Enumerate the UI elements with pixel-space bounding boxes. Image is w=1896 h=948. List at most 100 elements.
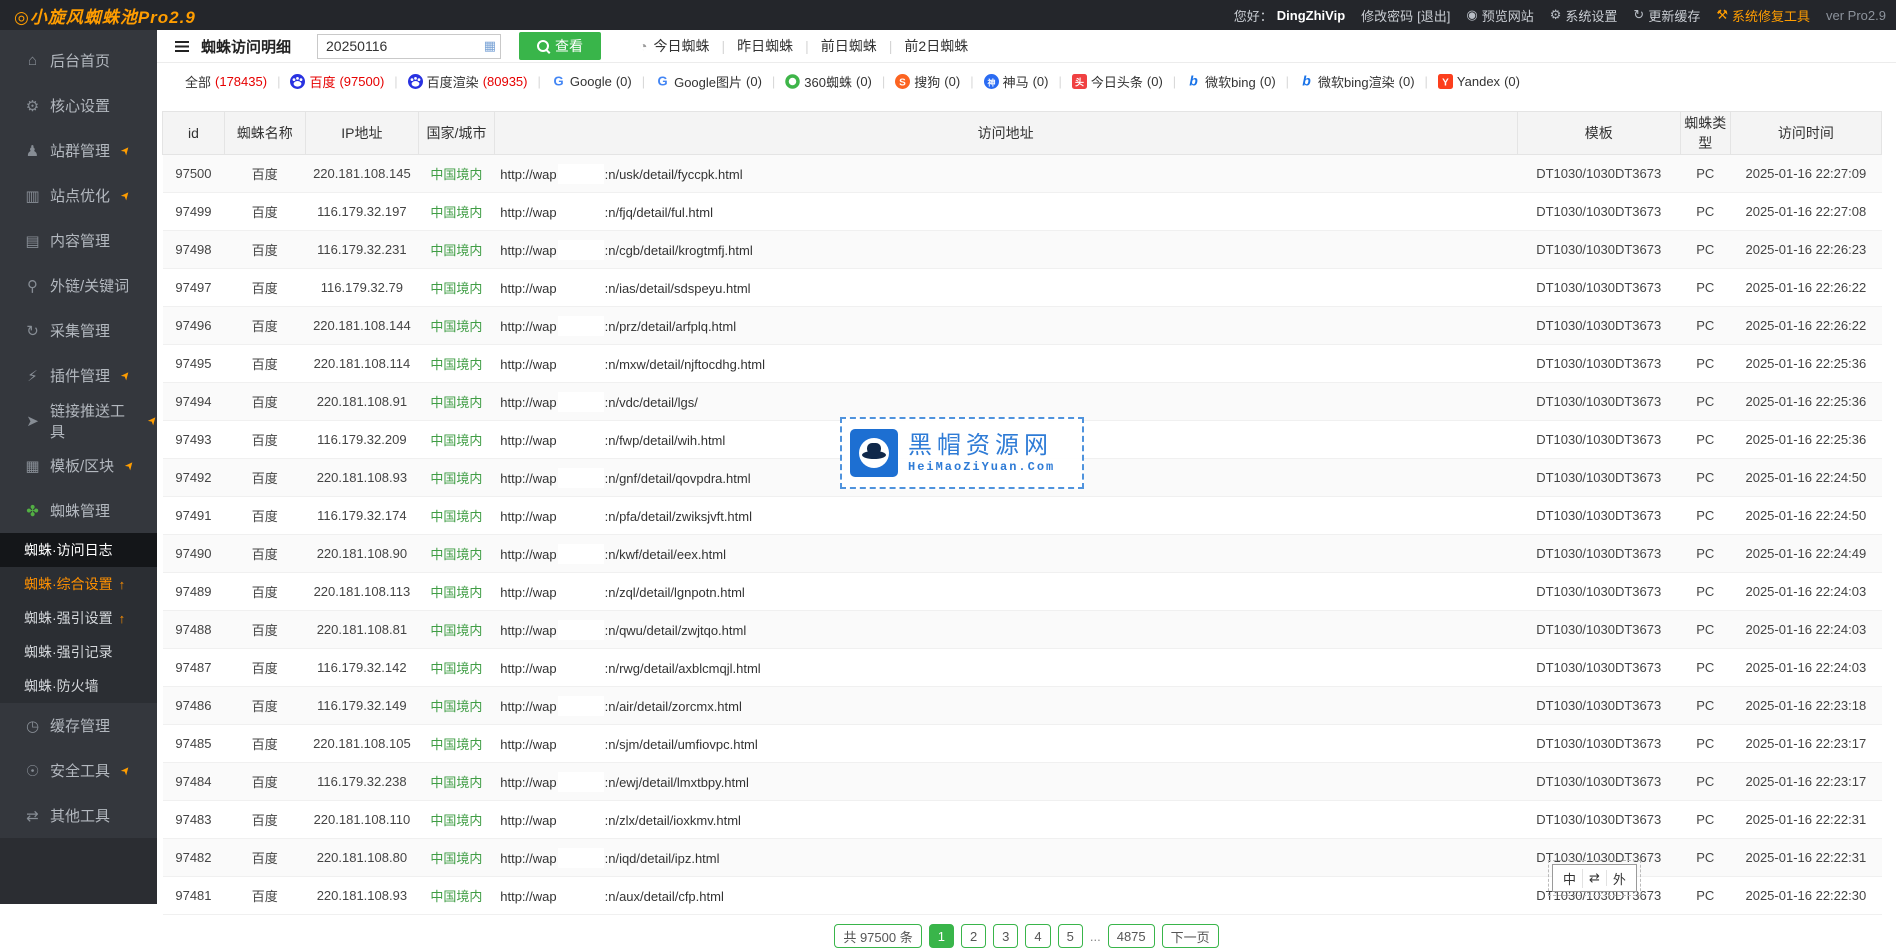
cell-visit-url: http://wap:n/air/detail/zorcmx.html: [494, 687, 1517, 725]
selection-option-2[interactable]: 外: [1607, 869, 1632, 888]
filter-all[interactable]: 全部(178435): [185, 72, 267, 91]
next-page-button[interactable]: 下一页: [1162, 924, 1219, 948]
preview-site-link[interactable]: ◉ 预览网站: [1466, 6, 1533, 25]
quick-link-2[interactable]: 前日蜘蛛: [821, 38, 877, 54]
system-settings-link[interactable]: ⚙ 系统设置: [1550, 6, 1618, 25]
pin-icon: ➤: [118, 143, 134, 158]
cell-id: 97492: [163, 459, 225, 497]
quick-link-0[interactable]: 今日蜘蛛: [653, 38, 709, 54]
filter-baidu[interactable]: 百度(97500): [290, 72, 384, 91]
filter-google[interactable]: GGoogle(0): [551, 74, 632, 89]
watermark-logo-icon: [850, 429, 898, 477]
cell-ip: 116.179.32.231: [305, 231, 418, 269]
cell-template: DT1030/1030DT3673: [1517, 649, 1680, 687]
cell-spider-name: 百度: [224, 839, 305, 877]
filter-yandex[interactable]: YYandex(0): [1438, 74, 1520, 89]
sidebar-item-template-block[interactable]: ▦模板/区块➤: [0, 443, 157, 488]
sidebar-subitem-spider-force-records[interactable]: 蜘蛛·强引记录: [0, 635, 157, 669]
repair-tool-link[interactable]: ⚒ 系统修复工具: [1716, 6, 1810, 25]
separator: |: [1173, 74, 1176, 89]
sidebar-subitem-spider-force-settings[interactable]: 蜘蛛·强引设置↑: [0, 601, 157, 635]
logout-link[interactable]: [退出]: [1417, 6, 1450, 25]
sidebar-subitem-spider-general-settings[interactable]: 蜘蛛·综合设置↑: [0, 567, 157, 601]
selection-option-1[interactable]: 中: [1557, 869, 1583, 888]
sidebar-filler: [0, 838, 157, 904]
separator: |: [642, 74, 645, 89]
column-header-0: id: [163, 112, 225, 155]
change-password-link[interactable]: 修改密码 [退出]: [1361, 6, 1450, 25]
url-tail: :n/sjm/detail/umfiovpc.html: [605, 737, 758, 752]
sidebar-item-core-settings[interactable]: ⚙核心设置: [0, 83, 157, 128]
sidebar-item-home[interactable]: ⌂后台首页: [0, 38, 157, 83]
page-button-1[interactable]: 1: [929, 924, 954, 948]
pagination-total: 共 97500 条: [834, 924, 921, 948]
filter-bing[interactable]: b微软bing(0): [1186, 72, 1275, 91]
bulb-icon: ☉: [24, 762, 41, 780]
sidebar-item-content[interactable]: ▤内容管理: [0, 218, 157, 263]
quick-link-3[interactable]: 前2日蜘蛛: [904, 38, 968, 54]
sidebar-subitem-spider-firewall[interactable]: 蜘蛛·防火墙: [0, 669, 157, 703]
refresh-cache-link[interactable]: ↻ 更新缓存: [1633, 6, 1700, 25]
spider-access-table: id蜘蛛名称IP地址国家/城市访问地址模板蜘蛛类型访问时间 97500百度220…: [162, 111, 1882, 915]
sidebar-item-other-tools[interactable]: ⇄其他工具: [0, 793, 157, 838]
sidebar-item-outlink-keyword[interactable]: ⚲外链/关键词: [0, 263, 157, 308]
filter-count: (0): [1033, 74, 1049, 89]
cell-id: 97489: [163, 573, 225, 611]
url-censor-blur: [558, 202, 604, 222]
url-censor-blur: [558, 240, 604, 260]
filter-google-image[interactable]: GGoogle图片(0): [655, 72, 762, 91]
column-header-1: 蜘蛛名称: [224, 112, 305, 155]
sidebar-subitem-spider-access-log[interactable]: 蜘蛛·访问日志: [0, 533, 157, 567]
clock-icon: ◔: [639, 38, 647, 54]
sidebar-item-plugin[interactable]: ⚡插件管理➤: [0, 353, 157, 398]
cell-spider-type: PC: [1680, 383, 1730, 421]
filter-count: (0): [1147, 74, 1163, 89]
separator: |: [1058, 74, 1061, 89]
cell-spider-name: 百度: [224, 269, 305, 307]
filter-360-spider[interactable]: 360蜘蛛(0): [785, 72, 872, 91]
url-censor-blur: [558, 392, 604, 412]
cell-template: DT1030/1030DT3673: [1517, 763, 1680, 801]
sidebar-item-security[interactable]: ☉安全工具➤: [0, 748, 157, 793]
table-row: 97497百度116.179.32.79中国境内http://wap:n/ias…: [163, 269, 1882, 307]
username: DingZhiVip: [1277, 8, 1345, 23]
watermark-domain: HeiMaoZiYuan.Com: [908, 460, 1055, 474]
page-button-5[interactable]: 5: [1058, 924, 1083, 948]
sidebar-item-spider-manage[interactable]: ✤蜘蛛管理: [0, 488, 157, 533]
list-icon: [175, 41, 189, 52]
filter-sogou[interactable]: S搜狗(0): [895, 72, 960, 91]
page-button-2[interactable]: 2: [961, 924, 986, 948]
sidebar-item-site-group[interactable]: ♟站群管理➤: [0, 128, 157, 173]
view-button[interactable]: 查看: [519, 32, 601, 60]
plug-icon: ⚡: [24, 367, 41, 385]
cell-visit-time: 2025-01-16 22:24:03: [1730, 573, 1881, 611]
filter-toutiao[interactable]: 头今日头条(0): [1072, 72, 1163, 91]
quick-link-1[interactable]: 昨日蜘蛛: [737, 38, 793, 54]
column-header-7: 访问时间: [1730, 112, 1881, 155]
pagination: 共 97500 条12345...4875下一页: [157, 924, 1896, 948]
cell-spider-type: PC: [1680, 459, 1730, 497]
selection-swap-icon[interactable]: ⇄: [1583, 870, 1607, 886]
page-button-last[interactable]: 4875: [1108, 924, 1155, 948]
filter-baidu-render[interactable]: 百度渲染(80935): [408, 72, 528, 91]
cell-id: 97495: [163, 345, 225, 383]
date-input[interactable]: [317, 34, 501, 59]
url-censor-blur: [558, 658, 604, 678]
baidu-icon: [290, 74, 305, 89]
page-button-3[interactable]: 3: [993, 924, 1018, 948]
svg-text:头: 头: [1075, 76, 1084, 87]
calendar-icon[interactable]: ▦: [484, 39, 496, 52]
page-button-4[interactable]: 4: [1025, 924, 1050, 948]
sidebar-item-collect[interactable]: ↻采集管理: [0, 308, 157, 353]
cell-id: 97491: [163, 497, 225, 535]
table-row: 97495百度220.181.108.114中国境内http://wap:n/m…: [163, 345, 1882, 383]
url-censor-blur: [558, 886, 604, 906]
filter-bing-render[interactable]: b微软bing渲染(0): [1299, 72, 1414, 91]
sidebar-item-cache[interactable]: ◷缓存管理: [0, 703, 157, 748]
sidebar-item-site-optimize[interactable]: ▥站点优化➤: [0, 173, 157, 218]
url-prefix: http://wap: [500, 243, 556, 258]
cell-visit-time: 2025-01-16 22:25:36: [1730, 383, 1881, 421]
filter-shenma[interactable]: 神神马(0): [984, 72, 1049, 91]
sidebar-item-link-push[interactable]: ➤链接推送工具➤: [0, 398, 157, 443]
topbar-nav: 您好： DingZhiVip 修改密码 [退出] ◉ 预览网站 ⚙ 系统设置 ↻…: [1234, 6, 1886, 25]
